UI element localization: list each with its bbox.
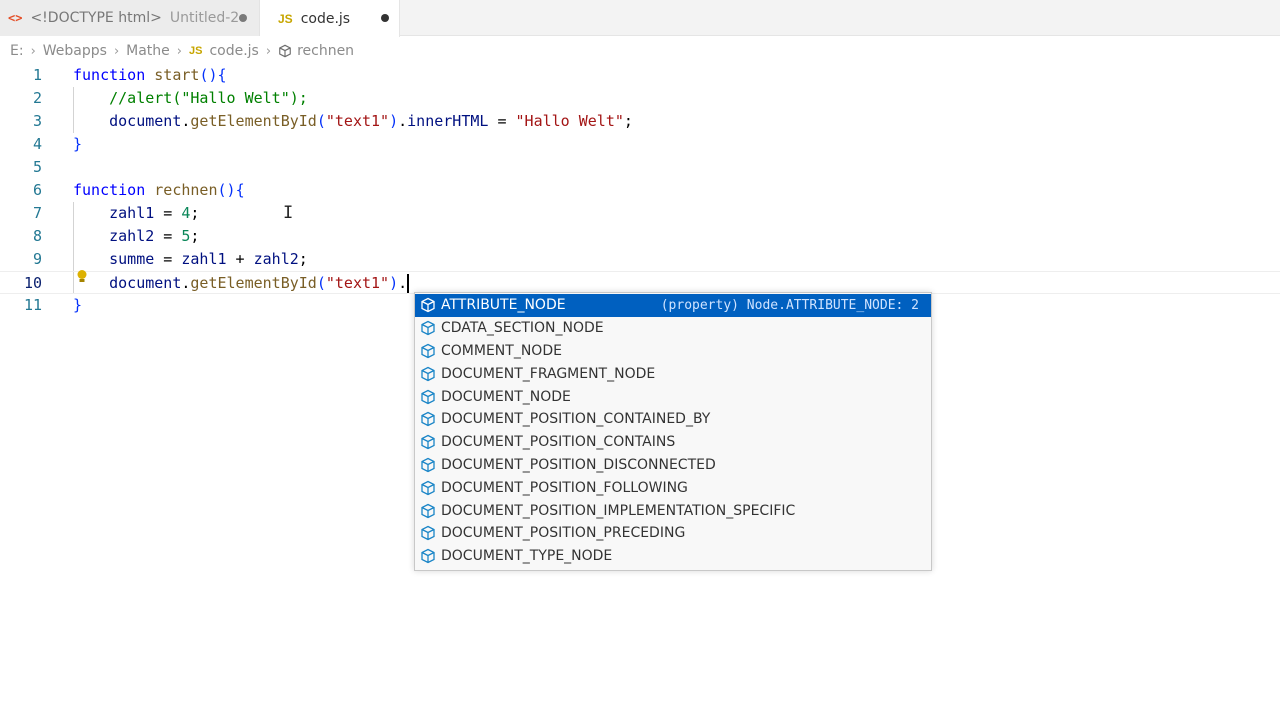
code-line[interactable]: 8 zahl2 = 5; xyxy=(0,225,1280,248)
chevron-right-icon: › xyxy=(30,43,36,59)
code-line[interactable]: 10 document.getElementById("text1"). xyxy=(0,271,1280,294)
line-number: 7 xyxy=(32,204,42,222)
lightbulb-icon[interactable] xyxy=(75,269,89,284)
breadcrumb: E: › Webapps › Mathe › JS code.js › rech… xyxy=(0,40,1280,62)
suggestion-label: CDATA_SECTION_NODE xyxy=(441,320,604,337)
chevron-right-icon: › xyxy=(113,43,120,59)
tab-untitled-2[interactable]: <> <!DOCTYPE html> Untitled-2 xyxy=(0,0,260,36)
code-text[interactable]: document.getElementById("text1"). xyxy=(73,272,407,295)
code-line[interactable]: 1 function start(){ xyxy=(0,64,1280,87)
code-line[interactable]: 7 zahl1 = 4; xyxy=(0,202,1280,225)
js-file-icon: JS xyxy=(278,11,293,26)
suggestion-label: ATTRIBUTE_NODE xyxy=(441,297,566,314)
property-cube-icon xyxy=(419,297,437,313)
property-cube-icon xyxy=(419,548,437,564)
code-text[interactable]: summe = zahl1 + zahl2; xyxy=(73,248,308,271)
suggestion-detail: (property) Node.ATTRIBUTE_NODE: 2 xyxy=(660,297,919,313)
code-text[interactable]: zahl1 = 4; xyxy=(73,202,199,225)
code-text[interactable]: document.getElementById("text1").innerHT… xyxy=(73,110,633,133)
property-cube-icon xyxy=(419,480,437,496)
code-line[interactable]: 2 //alert("Hallo Welt"); xyxy=(0,87,1280,110)
property-cube-icon xyxy=(419,411,437,427)
line-number: 8 xyxy=(32,227,42,245)
property-cube-icon xyxy=(419,343,437,359)
code-text[interactable]: } xyxy=(73,294,82,317)
suggestion-label: DOCUMENT_POSITION_PRECEDING xyxy=(441,525,686,542)
chevron-right-icon: › xyxy=(176,43,182,59)
line-number: 4 xyxy=(32,135,42,153)
property-cube-icon xyxy=(419,366,437,382)
line-number: 11 xyxy=(23,296,42,314)
breadcrumb-webapps[interactable]: Webapps xyxy=(43,43,107,59)
suggestion-label: DOCUMENT_POSITION_FOLLOWING xyxy=(441,479,688,496)
code-line[interactable]: 9 summe = zahl1 + zahl2; xyxy=(0,248,1280,271)
code-text[interactable]: } xyxy=(73,133,82,156)
suggestion-item[interactable]: ATTRIBUTE_NODE (property) Node.ATTRIBUTE_… xyxy=(415,294,931,317)
html-file-icon: <> xyxy=(8,11,23,25)
suggestion-label: DOCUMENT_POSITION_IMPLEMENTATION_SPECIFI… xyxy=(441,502,796,519)
suggestion-item[interactable]: DOCUMENT_POSITION_PRECEDING xyxy=(415,522,931,545)
suggestion-item[interactable]: DOCUMENT_POSITION_IMPLEMENTATION_SPECIFI… xyxy=(415,499,931,522)
breadcrumb-mathe[interactable]: Mathe xyxy=(126,43,170,59)
suggest-widget: ATTRIBUTE_NODE (property) Node.ATTRIBUTE_… xyxy=(414,292,932,571)
line-number: 9 xyxy=(32,250,42,268)
code-line[interactable]: 4} xyxy=(0,133,1280,156)
suggestion-item[interactable]: DOCUMENT_NODE xyxy=(415,385,931,408)
text-caret xyxy=(407,274,410,293)
tab-description: Untitled-2 xyxy=(169,10,240,26)
unsaved-dot-icon[interactable] xyxy=(239,14,247,22)
chevron-right-icon: › xyxy=(265,43,272,59)
breadcrumb-symbol[interactable]: rechnen xyxy=(297,43,354,59)
line-number: 2 xyxy=(32,89,42,107)
property-cube-icon xyxy=(419,457,437,473)
suggestion-item[interactable]: DOCUMENT_FRAGMENT_NODE xyxy=(415,362,931,385)
code-text[interactable]: function start(){ xyxy=(73,64,227,87)
method-cube-icon xyxy=(278,44,292,58)
property-cube-icon xyxy=(419,503,437,519)
tab-code-js[interactable]: JS code.js xyxy=(260,0,400,37)
js-file-icon: JS xyxy=(188,45,203,57)
suggestion-item[interactable]: DOCUMENT_POSITION_FOLLOWING xyxy=(415,476,931,499)
suggestion-item[interactable]: CDATA_SECTION_NODE xyxy=(415,317,931,340)
editor-tab-bar: <> <!DOCTYPE html> Untitled-2 JS code.js xyxy=(0,0,1280,37)
code-text[interactable]: //alert("Hallo Welt"); xyxy=(73,87,308,110)
code-text[interactable]: function rechnen(){ xyxy=(73,179,245,202)
suggestion-item[interactable]: DOCUMENT_POSITION_CONTAINS xyxy=(415,431,931,454)
suggestion-item[interactable]: DOCUMENT_POSITION_CONTAINED_BY xyxy=(415,408,931,431)
suggestion-label: DOCUMENT_POSITION_DISCONNECTED xyxy=(441,456,716,473)
property-cube-icon xyxy=(419,320,437,336)
code-line[interactable]: 6 function rechnen(){ xyxy=(0,179,1280,202)
property-cube-icon xyxy=(419,389,437,405)
suggestion-item[interactable]: COMMENT_NODE xyxy=(415,340,931,363)
tab-label: <!DOCTYPE html> xyxy=(30,10,162,26)
code-text[interactable]: zahl2 = 5; xyxy=(73,225,199,248)
suggestion-label: COMMENT_NODE xyxy=(441,342,562,359)
line-number: 5 xyxy=(32,158,42,176)
line-number: 1 xyxy=(32,66,42,84)
code-line[interactable]: 3 document.getElementById("text1").inner… xyxy=(0,110,1280,133)
suggestion-label: DOCUMENT_FRAGMENT_NODE xyxy=(441,365,656,382)
suggestion-label: DOCUMENT_POSITION_CONTAINED_BY xyxy=(441,411,711,428)
suggestion-item[interactable]: DOCUMENT_TYPE_NODE xyxy=(415,545,931,568)
unsaved-dot-icon[interactable] xyxy=(381,14,389,22)
suggestion-label: DOCUMENT_POSITION_CONTAINS xyxy=(441,434,676,451)
line-number: 3 xyxy=(32,112,42,130)
tab-label: code.js xyxy=(300,10,351,27)
suggestion-label: DOCUMENT_TYPE_NODE xyxy=(441,548,613,565)
line-number: 6 xyxy=(32,181,42,199)
code-line[interactable]: 5 xyxy=(0,156,1280,179)
line-number: 10 xyxy=(23,274,42,292)
breadcrumb-drive[interactable]: E: xyxy=(10,43,24,59)
mouse-ibeam-cursor: I xyxy=(283,203,294,223)
suggestion-item[interactable]: DOCUMENT_POSITION_DISCONNECTED xyxy=(415,454,931,477)
property-cube-icon xyxy=(419,434,437,450)
breadcrumb-file[interactable]: code.js xyxy=(209,43,258,59)
property-cube-icon xyxy=(419,525,437,541)
suggestion-label: DOCUMENT_NODE xyxy=(441,388,571,405)
